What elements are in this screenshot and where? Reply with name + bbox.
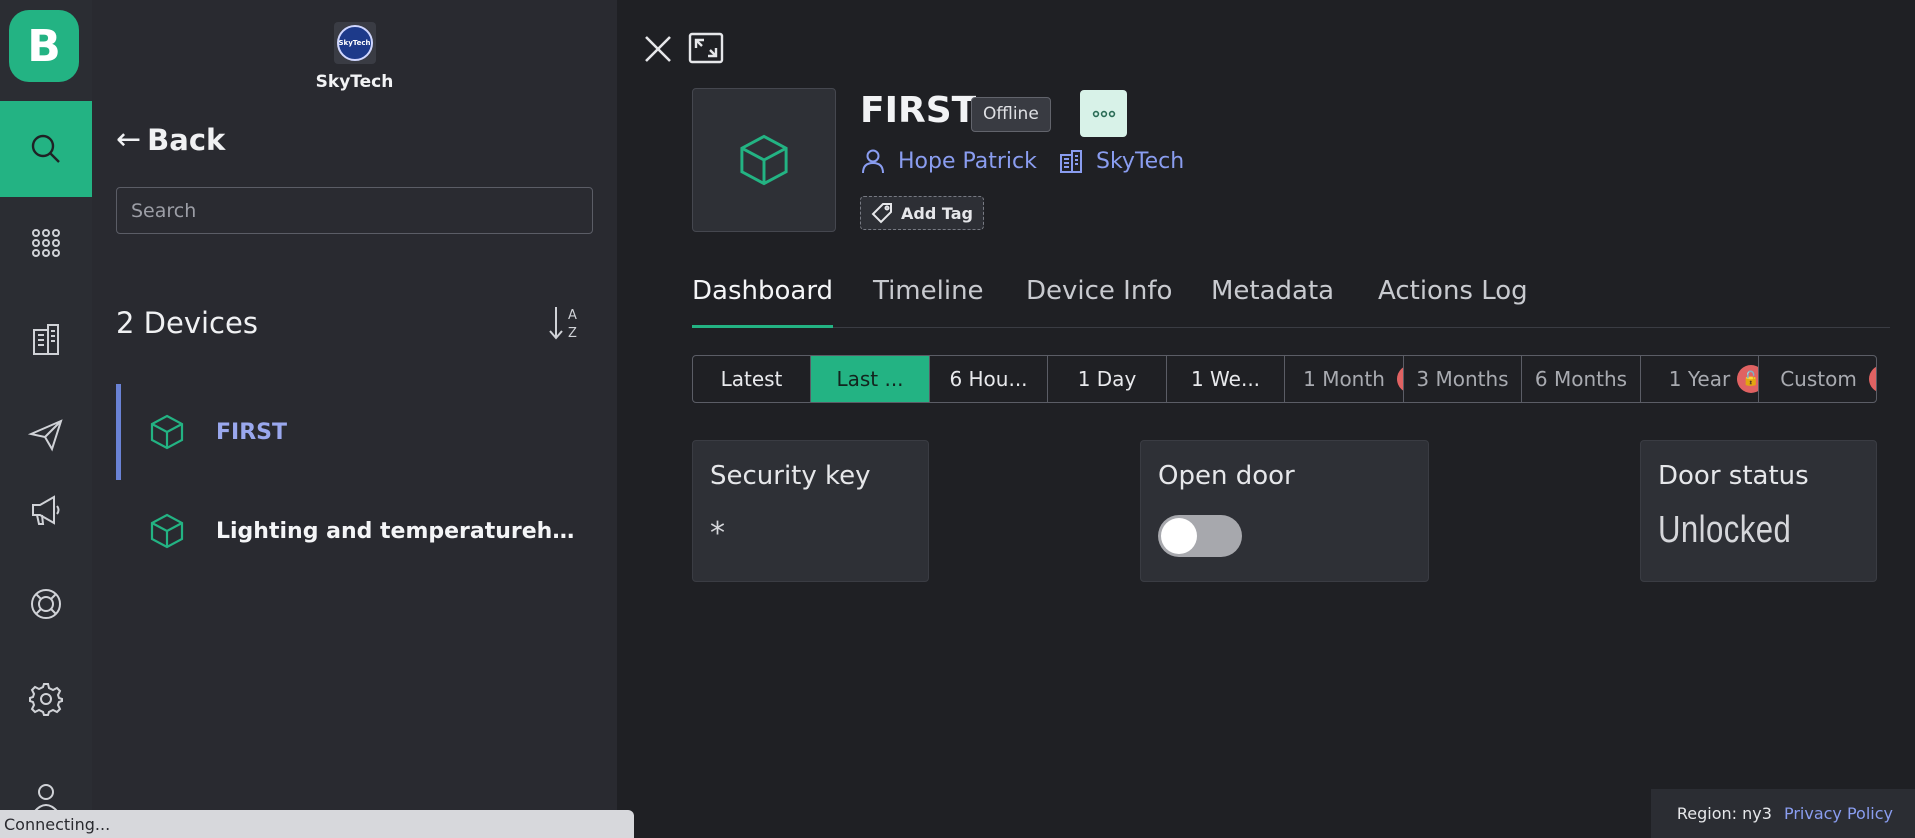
range-6-hours[interactable]: 6 Hou... xyxy=(930,356,1048,402)
device-name: Lighting and temperaturehumidity xyxy=(216,518,582,544)
range-1-year[interactable]: 1 Year 🔓 xyxy=(1641,356,1759,402)
device-count: 2 Devices xyxy=(116,306,258,340)
tab-timeline[interactable]: Timeline xyxy=(873,276,984,328)
more-actions-button[interactable] xyxy=(1080,90,1127,137)
device-list-panel: SkyTech SkyTech ← Back 2 Devices A Z FIR… xyxy=(92,0,617,838)
back-label: Back xyxy=(147,122,226,157)
range-label: 6 Hou... xyxy=(949,367,1028,391)
owner-name: Hope Patrick xyxy=(898,148,1037,174)
svg-text:Z: Z xyxy=(568,326,577,341)
device-list-item[interactable]: Lighting and temperaturehumidity xyxy=(116,483,596,579)
tag-icon xyxy=(871,203,892,224)
range-6-months[interactable]: 6 Months xyxy=(1522,356,1641,402)
range-label: Last ... xyxy=(836,367,904,391)
building-icon xyxy=(1060,150,1082,173)
megaphone-icon xyxy=(32,495,60,525)
lifebuoy-icon xyxy=(31,589,61,619)
range-label: 3 Months xyxy=(1416,367,1509,391)
tab-actions-log[interactable]: Actions Log xyxy=(1378,276,1528,328)
security-key-value: * xyxy=(710,516,725,551)
cube-icon xyxy=(740,134,788,186)
privacy-policy-link[interactable]: Privacy Policy xyxy=(1784,804,1893,823)
device-list-item[interactable]: FIRST xyxy=(116,384,596,480)
security-key-widget: Security key * xyxy=(692,440,929,582)
cube-icon xyxy=(150,513,184,549)
range-label: 6 Months xyxy=(1534,367,1628,391)
arrow-left-icon: ← xyxy=(116,122,142,157)
range-last[interactable]: Last ... xyxy=(811,356,930,402)
range-label: 1 Year xyxy=(1668,367,1731,391)
range-label: Latest xyxy=(720,367,783,391)
svg-text:A: A xyxy=(568,308,577,323)
range-label: 1 We... xyxy=(1190,367,1261,391)
widget-title: Door status xyxy=(1658,461,1809,491)
more-dots-icon xyxy=(1092,110,1115,117)
rail-help[interactable] xyxy=(0,556,92,652)
user-icon xyxy=(862,149,884,174)
send-icon xyxy=(28,419,63,452)
owner-link[interactable]: Hope Patrick xyxy=(860,148,1037,174)
rail-search[interactable] xyxy=(0,101,92,197)
toggle-knob xyxy=(1161,518,1197,554)
back-button[interactable]: ← Back xyxy=(116,122,225,157)
gear-icon xyxy=(29,683,63,716)
lock-icon: 🔓 xyxy=(1737,365,1758,393)
cube-icon xyxy=(150,414,184,450)
app-logo-letter: B xyxy=(27,20,61,72)
building-icon xyxy=(33,324,59,355)
range-1-day[interactable]: 1 Day xyxy=(1048,356,1167,402)
org-logo-text: SkyTech xyxy=(336,25,373,61)
time-range-selector: Latest Last ... 6 Hou... 1 Day 1 We... 1… xyxy=(692,355,1877,403)
device-title: FIRST xyxy=(860,90,977,131)
widget-title: Open door xyxy=(1158,461,1295,491)
search-input[interactable] xyxy=(116,187,593,234)
app-logo[interactable]: B xyxy=(9,10,79,82)
widget-title: Security key xyxy=(710,461,871,491)
organization-name: SkyTech xyxy=(1096,148,1185,174)
rail-products[interactable] xyxy=(0,195,92,291)
door-status-value: Unlocked xyxy=(1658,509,1792,551)
org-header: SkyTech SkyTech xyxy=(92,22,617,92)
footer: Region: ny3 Privacy Policy xyxy=(1651,789,1915,838)
range-1-week[interactable]: 1 We... xyxy=(1167,356,1285,402)
lock-icon xyxy=(1869,365,1876,393)
range-label: 1 Day xyxy=(1077,367,1137,391)
connection-status: Connecting... xyxy=(0,810,634,838)
lock-icon xyxy=(1397,365,1403,393)
status-badge: Offline xyxy=(971,97,1051,132)
rail-announcements[interactable] xyxy=(0,462,92,558)
close-icon[interactable] xyxy=(643,34,673,64)
region-label: Region: ny3 xyxy=(1676,804,1772,823)
range-custom[interactable]: Custom xyxy=(1759,356,1876,402)
add-tag-label: Add Tag xyxy=(901,203,973,223)
nav-rail: B xyxy=(0,0,92,838)
tab-metadata[interactable]: Metadata xyxy=(1211,276,1334,328)
open-door-toggle[interactable] xyxy=(1158,515,1242,557)
door-status-widget: Door status Unlocked xyxy=(1640,440,1877,582)
range-3-months[interactable]: 3 Months xyxy=(1404,356,1522,402)
range-latest[interactable]: Latest xyxy=(693,356,811,402)
range-label: 1 Month xyxy=(1303,367,1385,391)
device-image xyxy=(692,88,836,232)
expand-icon[interactable] xyxy=(688,32,724,64)
org-logo: SkyTech xyxy=(333,22,376,64)
org-name: SkyTech xyxy=(315,72,394,92)
tab-dashboard[interactable]: Dashboard xyxy=(692,276,834,328)
grid-icon xyxy=(32,229,60,257)
range-label: Custom xyxy=(1780,367,1857,391)
open-door-widget: Open door xyxy=(1140,440,1429,582)
device-name: FIRST xyxy=(216,419,288,445)
device-tabs: Dashboard Timeline Device Info Metadata … xyxy=(692,276,1890,328)
organization-link[interactable]: SkyTech xyxy=(1058,148,1184,174)
tab-device-info[interactable]: Device Info xyxy=(1026,276,1172,328)
sort-az-icon[interactable]: A Z xyxy=(546,303,582,343)
rail-settings[interactable] xyxy=(0,651,92,747)
rail-organizations[interactable] xyxy=(0,291,92,387)
add-tag-button[interactable]: Add Tag xyxy=(860,196,984,230)
search-icon xyxy=(31,134,60,163)
range-1-month[interactable]: 1 Month xyxy=(1285,356,1404,402)
